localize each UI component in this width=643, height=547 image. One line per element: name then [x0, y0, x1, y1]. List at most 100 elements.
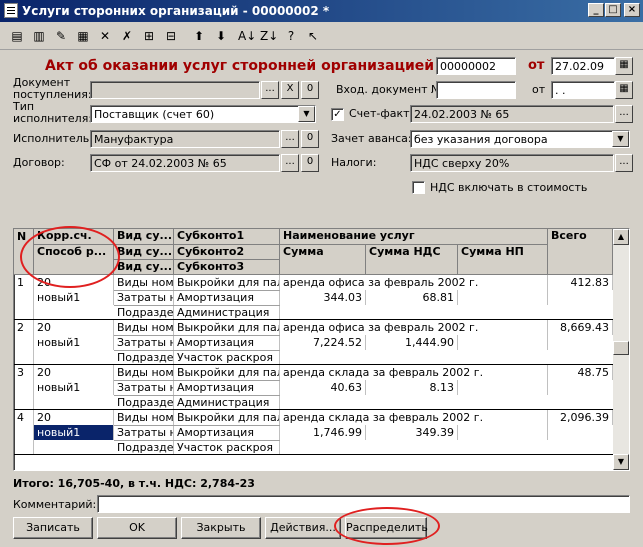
cell-summa[interactable]: 1,746.99: [280, 425, 366, 440]
add-row-icon[interactable]: ⊞: [140, 27, 158, 45]
taxes-select-button[interactable]: ...: [615, 154, 633, 172]
cell-vid[interactable]: Подразде: [114, 305, 174, 320]
vat-include-checkbox[interactable]: [412, 181, 425, 194]
chevron-down-icon[interactable]: ▼: [298, 106, 315, 122]
cell-total[interactable]: 412.83: [548, 275, 613, 290]
scroll-down-icon[interactable]: ▼: [613, 454, 629, 470]
sort-desc-icon[interactable]: Z↓: [260, 27, 278, 45]
cell-service-name[interactable]: аренда офиса за февраль 2002 г.: [280, 320, 548, 335]
cell-subkonto[interactable]: Администрация: [174, 395, 280, 410]
cell-subkonto[interactable]: Амортизация: [174, 380, 280, 395]
cell-summa-np[interactable]: [458, 335, 548, 350]
receipt-doc-select-button[interactable]: ...: [261, 81, 279, 99]
column-header-summa-np[interactable]: Сумма НП: [458, 245, 548, 275]
cell-subkonto[interactable]: Участок раскроя: [174, 350, 280, 365]
post-doc-icon[interactable]: ▦: [74, 27, 92, 45]
help-icon[interactable]: ?: [282, 27, 300, 45]
cell-subkonto[interactable]: Администрация: [174, 305, 280, 320]
scroll-thumb[interactable]: [613, 341, 629, 355]
cell-summa-nds[interactable]: 1,444.90: [366, 335, 458, 350]
cell-subkonto[interactable]: Амортизация: [174, 290, 280, 305]
column-header-vid1[interactable]: Вид су...: [114, 229, 174, 245]
close-form-button[interactable]: Закрыть: [181, 517, 261, 539]
copy-doc-icon[interactable]: ▥: [30, 27, 48, 45]
cell-sposob[interactable]: новый1: [34, 335, 114, 350]
cell-vid[interactable]: Подразде: [114, 440, 174, 455]
contract-open-button[interactable]: 0: [301, 154, 319, 172]
cell-service-name[interactable]: аренда склада за февраль 2002 г.: [280, 365, 548, 380]
chevron-down-icon[interactable]: ▼: [612, 131, 629, 147]
cell-subkonto[interactable]: Амортизация: [174, 425, 280, 440]
cell-vid[interactable]: Затраты н: [114, 380, 174, 395]
move-up-icon[interactable]: ⬆: [190, 27, 208, 45]
cell-total[interactable]: 8,669.43: [548, 320, 613, 335]
taxes-field[interactable]: НДС сверху 20%: [410, 154, 614, 172]
row-number[interactable]: 2: [14, 320, 34, 365]
cell-korr[interactable]: 20: [34, 410, 114, 425]
cell-vid[interactable]: Затраты н: [114, 290, 174, 305]
cell-service-name[interactable]: аренда склада за февраль 2002 г.: [280, 410, 548, 425]
cell-vid[interactable]: Виды номе: [114, 275, 174, 290]
executor-field[interactable]: Мануфактура: [90, 130, 280, 148]
cell-total[interactable]: 2,096.39: [548, 410, 613, 425]
doc-date-field[interactable]: 27.02.09: [551, 57, 615, 75]
cell-service-name[interactable]: аренда офиса за февраль 2002 г.: [280, 275, 548, 290]
contract-field[interactable]: СФ от 24.02.2003 № 65: [90, 154, 280, 172]
contract-select-button[interactable]: ...: [281, 154, 299, 172]
cell-vid[interactable]: Виды номе: [114, 320, 174, 335]
cell-korr[interactable]: 20: [34, 365, 114, 380]
row-number[interactable]: 4: [14, 410, 34, 455]
scroll-up-icon[interactable]: ▲: [613, 229, 629, 245]
cell-subkonto[interactable]: Участок раскроя: [174, 440, 280, 455]
invoice-checkbox[interactable]: ✓: [331, 108, 344, 121]
receipt-doc-clear-button[interactable]: X: [281, 81, 299, 99]
pointer-help-icon[interactable]: ↖: [304, 27, 322, 45]
cell-sposob[interactable]: новый1: [34, 290, 114, 305]
new-doc-icon[interactable]: ▤: [8, 27, 26, 45]
executor-select-button[interactable]: ...: [281, 130, 299, 148]
invoice-select-button[interactable]: ...: [615, 105, 633, 123]
receipt-doc-open-button[interactable]: 0: [301, 81, 319, 99]
advance-select[interactable]: без указания договора: [410, 130, 630, 148]
move-down-icon[interactable]: ⬇: [212, 27, 230, 45]
maximize-button[interactable]: □: [605, 3, 621, 17]
cell-vid[interactable]: Подразде: [114, 350, 174, 365]
column-header-name[interactable]: Наименование услуг: [280, 229, 548, 245]
cell-summa-nds[interactable]: 8.13: [366, 380, 458, 395]
cell-total[interactable]: 48.75: [548, 365, 613, 380]
receipt-doc-field[interactable]: [90, 81, 260, 99]
column-header-sub3[interactable]: Субконто3: [174, 260, 280, 275]
cell-sposob[interactable]: новый1: [34, 425, 114, 440]
cell-vid[interactable]: Затраты н: [114, 335, 174, 350]
mark-delete-icon[interactable]: ✗: [118, 27, 136, 45]
invoice-field[interactable]: 24.02.2003 № 65: [410, 105, 614, 123]
incoming-date-field[interactable]: . .: [551, 81, 615, 99]
column-header-total[interactable]: Всего: [548, 229, 613, 275]
delete-doc-icon[interactable]: ✕: [96, 27, 114, 45]
cell-vid[interactable]: Подразде: [114, 395, 174, 410]
ok-button[interactable]: OK: [97, 517, 177, 539]
save-button[interactable]: Записать: [13, 517, 93, 539]
edit-doc-icon[interactable]: ✎: [52, 27, 70, 45]
cell-summa-nds[interactable]: 349.39: [366, 425, 458, 440]
cell-vid[interactable]: Виды номе: [114, 410, 174, 425]
cell-vid[interactable]: Виды номе: [114, 365, 174, 380]
doc-number-field[interactable]: 00000002: [436, 57, 516, 75]
executor-type-select[interactable]: Поставщик (счет 60): [90, 105, 316, 123]
cell-summa[interactable]: 344.03: [280, 290, 366, 305]
executor-open-button[interactable]: 0: [301, 130, 319, 148]
minimize-button[interactable]: _: [588, 3, 604, 17]
column-header-sub1[interactable]: Субконто1: [174, 229, 280, 245]
grid-vertical-scrollbar[interactable]: ▲ ▼: [613, 229, 629, 470]
cell-subkonto[interactable]: Выкройки для пальт: [174, 275, 280, 290]
calendar-button[interactable]: ▦: [615, 57, 633, 75]
incoming-doc-field[interactable]: [436, 81, 516, 99]
sort-asc-icon[interactable]: A↓: [238, 27, 256, 45]
cell-subkonto[interactable]: Амортизация: [174, 335, 280, 350]
column-header-vid2[interactable]: Вид су...: [114, 245, 174, 260]
cell-summa[interactable]: 7,224.52: [280, 335, 366, 350]
close-button[interactable]: ×: [624, 3, 640, 17]
column-header-vid3[interactable]: Вид су...: [114, 260, 174, 275]
row-number[interactable]: 1: [14, 275, 34, 320]
column-header-summa[interactable]: Сумма: [280, 245, 366, 275]
